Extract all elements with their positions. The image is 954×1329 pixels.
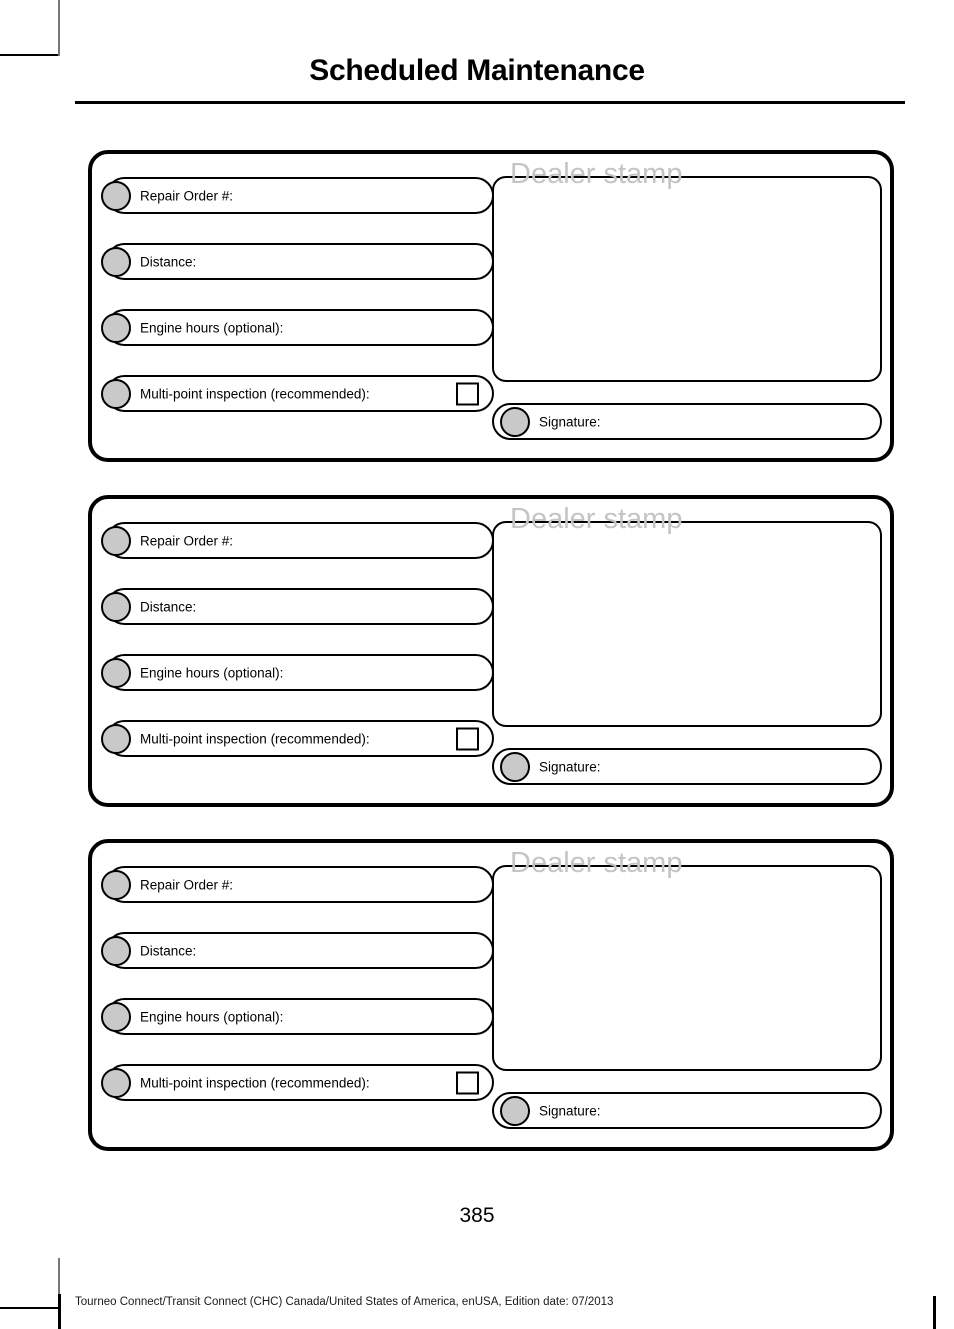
bullet-circle-icon xyxy=(101,180,131,211)
bullet-circle-icon xyxy=(500,1095,530,1126)
bullet-circle-icon xyxy=(500,751,530,782)
dealer-stamp-box[interactable]: Dealer stamp xyxy=(492,505,882,727)
field-label: Signature: xyxy=(539,759,601,774)
field-repair-order[interactable]: Repair Order #: xyxy=(101,522,494,559)
field-label: Repair Order #: xyxy=(140,533,234,548)
field-column: Repair Order #: Distance: Engine hours (… xyxy=(101,177,494,412)
field-engine-hours[interactable]: Engine hours (optional): xyxy=(101,309,494,346)
footer-edition-text: Tourneo Connect/Transit Connect (CHC) Ca… xyxy=(75,1296,614,1308)
field-label: Multi-point inspection (recommended): xyxy=(140,1075,370,1090)
field-multipoint-inspection[interactable]: Multi-point inspection (recommended): xyxy=(101,720,494,757)
field-engine-hours[interactable]: Engine hours (optional): xyxy=(101,998,494,1035)
crop-mark-bottom-left-tick xyxy=(58,1294,61,1329)
stamp-column: Dealer stamp Signature: xyxy=(492,849,882,1129)
maintenance-record-card: Repair Order #: Distance: Engine hours (… xyxy=(88,150,894,462)
field-distance[interactable]: Distance: xyxy=(101,243,494,280)
field-multipoint-inspection[interactable]: Multi-point inspection (recommended): xyxy=(101,375,494,412)
bullet-circle-icon xyxy=(101,657,131,688)
crop-mark-bottom-left-horizontal xyxy=(0,1307,60,1309)
maintenance-record-card: Repair Order #: Distance: Engine hours (… xyxy=(88,839,894,1151)
dealer-stamp-label: Dealer stamp xyxy=(510,847,683,879)
field-repair-order[interactable]: Repair Order #: xyxy=(101,177,494,214)
bullet-circle-icon xyxy=(101,378,131,409)
field-multipoint-inspection[interactable]: Multi-point inspection (recommended): xyxy=(101,1064,494,1101)
field-signature[interactable]: Signature: xyxy=(492,403,882,440)
crop-mark-top-left-vertical xyxy=(58,0,60,56)
bullet-circle-icon xyxy=(101,1001,131,1032)
dealer-stamp-label: Dealer stamp xyxy=(510,503,683,535)
field-label: Distance: xyxy=(140,254,197,269)
field-engine-hours[interactable]: Engine hours (optional): xyxy=(101,654,494,691)
field-repair-order[interactable]: Repair Order #: xyxy=(101,866,494,903)
multipoint-inspection-checkbox[interactable] xyxy=(456,382,479,405)
bullet-circle-icon xyxy=(500,406,530,437)
field-column: Repair Order #: Distance: Engine hours (… xyxy=(101,866,494,1101)
multipoint-inspection-checkbox[interactable] xyxy=(456,727,479,750)
field-label: Multi-point inspection (recommended): xyxy=(140,731,370,746)
field-label: Repair Order #: xyxy=(140,877,234,892)
field-distance[interactable]: Distance: xyxy=(101,932,494,969)
bullet-circle-icon xyxy=(101,246,131,277)
dealer-stamp-label: Dealer stamp xyxy=(510,158,683,190)
header-divider xyxy=(75,101,905,104)
field-signature[interactable]: Signature: xyxy=(492,1092,882,1129)
dealer-stamp-box[interactable]: Dealer stamp xyxy=(492,849,882,1071)
field-column: Repair Order #: Distance: Engine hours (… xyxy=(101,522,494,757)
field-label: Distance: xyxy=(140,943,197,958)
stamp-column: Dealer stamp Signature: xyxy=(492,160,882,440)
multipoint-inspection-checkbox[interactable] xyxy=(456,1071,479,1094)
crop-mark-bottom-right-tick xyxy=(933,1296,936,1329)
field-label: Signature: xyxy=(539,1103,601,1118)
field-distance[interactable]: Distance: xyxy=(101,588,494,625)
stamp-column: Dealer stamp Signature: xyxy=(492,505,882,785)
bullet-circle-icon xyxy=(101,723,131,754)
page-number: 385 xyxy=(459,1204,495,1227)
page-title: Scheduled Maintenance xyxy=(309,54,645,87)
maintenance-record-card: Repair Order #: Distance: Engine hours (… xyxy=(88,495,894,807)
dealer-stamp-box[interactable]: Dealer stamp xyxy=(492,160,882,382)
bullet-circle-icon xyxy=(101,312,131,343)
field-label: Engine hours (optional): xyxy=(140,1009,284,1024)
field-label: Signature: xyxy=(539,414,601,429)
bullet-circle-icon xyxy=(101,869,131,900)
field-label: Repair Order #: xyxy=(140,188,234,203)
bullet-circle-icon xyxy=(101,525,131,556)
field-label: Engine hours (optional): xyxy=(140,665,284,680)
field-label: Multi-point inspection (recommended): xyxy=(140,386,370,401)
field-signature[interactable]: Signature: xyxy=(492,748,882,785)
bullet-circle-icon xyxy=(101,591,131,622)
field-label: Distance: xyxy=(140,599,197,614)
bullet-circle-icon xyxy=(101,1067,131,1098)
field-label: Engine hours (optional): xyxy=(140,320,284,335)
bullet-circle-icon xyxy=(101,935,131,966)
